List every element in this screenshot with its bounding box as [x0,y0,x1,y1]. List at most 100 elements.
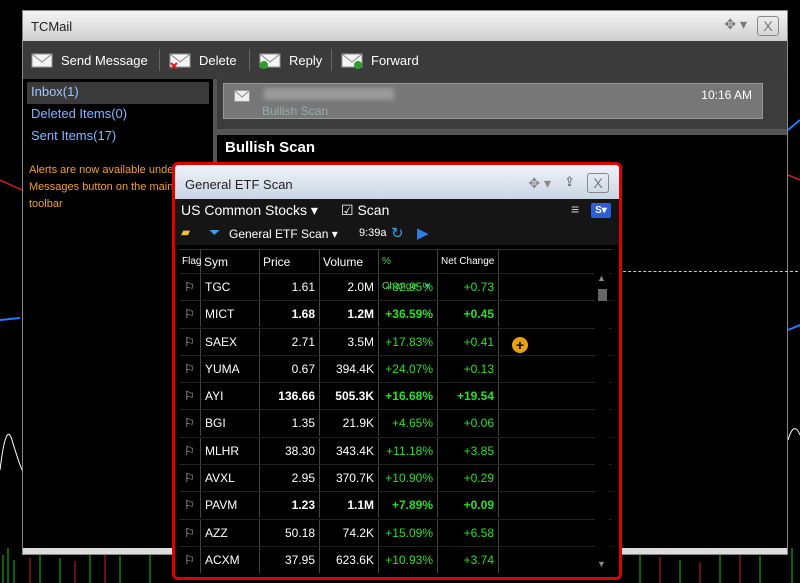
scan-checkbox[interactable]: ☑ Scan [341,202,389,219]
cell-volume: 1.2M [320,301,379,328]
cell-price: 1.23 [260,492,320,519]
scroll-down-icon[interactable]: ▼ [597,559,606,569]
folder-deleted-items[interactable]: Deleted Items(0) [23,104,213,126]
flag-icon[interactable]: ⚐ [179,546,201,573]
cell-sym: BGI [201,410,260,437]
scan-toolbar: ▰ ⏷ General ETF Scan ▾ 9:39a ↻ ▶ [175,223,619,245]
message-subject: Bullish Scan [262,104,329,118]
close-icon[interactable]: X [757,16,779,36]
scan-table-header: Flag Sym Price Volume % Change ▼ Net Chan… [179,249,612,353]
flag-icon[interactable]: ⚐ [179,301,201,328]
table-row[interactable]: ⚐ PAVM 1.23 1.1M +7.89% +0.09 [179,491,612,519]
move-icon[interactable]: ✥ ▾ [724,16,747,33]
cell-price: 1.61 [260,274,320,300]
col-pct-change[interactable]: % Change ▼ [379,250,438,292]
reply-button[interactable]: Reply [259,41,322,79]
cell-volume: 343.4K [320,437,379,464]
table-row[interactable]: ⚐ AYI 136.66 505.3K +16.68% +19.54 [179,382,612,410]
cell-volume: 74.2K [320,519,379,546]
cell-price: 0.67 [260,355,320,382]
scan-titlebar[interactable]: General ETF Scan ✥ ▾ ⇪ X [175,165,619,199]
delete-button[interactable]: Delete [169,41,237,79]
col-price[interactable]: Price [260,250,320,274]
universe-label: US Common Stocks [181,202,308,218]
cell-volume: 394.4K [320,355,379,382]
flag-icon[interactable]: ⚐ [179,355,201,382]
filter-icon[interactable]: ⏷ [209,224,220,241]
cell-price: 38.30 [260,437,320,464]
flag-icon[interactable]: ⚐ [179,274,201,300]
scan-name-dropdown[interactable]: General ETF Scan ▾ [229,227,338,241]
cell-price: 1.35 [260,410,320,437]
cell-price: 1.68 [260,301,320,328]
folder-icon[interactable]: ▰ [181,225,190,239]
col-net-change[interactable]: Net Change [438,250,499,274]
message-row[interactable]: Bullish Scan 10:16 AM [223,83,763,119]
scan-close-icon[interactable]: X [587,173,609,193]
flag-icon[interactable]: ⚐ [179,492,201,519]
cell-sym: MLHR [201,437,260,464]
flag-icon[interactable]: ⚐ [179,410,201,437]
cell-sym: AYI [201,383,260,410]
reply-label: Reply [289,52,323,68]
table-row[interactable]: ⚐ TGC 1.61 2.0M +82.95% +0.73 [179,273,612,300]
scan-checkbox-label: Scan [357,202,390,218]
cell-pct: +7.89% [379,492,438,519]
message-sender-redacted [264,88,394,100]
cell-volume: 505.3K [320,383,379,410]
col-sym[interactable]: Sym [201,250,260,274]
cell-volume: 1.1M [320,492,379,519]
play-icon[interactable]: ▶ [417,224,429,242]
scan-scrollbar[interactable]: ▲ ▼ [595,273,609,573]
flag-icon[interactable]: ⚐ [179,437,201,464]
table-row[interactable]: ⚐ AVXL 2.95 370.7K +10.90% +0.29 [179,464,612,492]
folder-sent-items[interactable]: Sent Items(17) [23,126,213,148]
cell-price: 50.18 [260,519,320,546]
move-icon[interactable]: ✥ ▾ [528,175,551,192]
table-row[interactable]: ⚐ MLHR 38.30 343.4K +11.18% +3.85 [179,436,612,464]
table-row[interactable]: ⚐ AZZ 50.18 74.2K +15.09% +6.58 [179,518,612,546]
folder-inbox[interactable]: Inbox(1) [27,82,209,104]
cell-pct: +17.83% [379,328,438,355]
cell-sym: SAEX [201,328,260,355]
scan-time: 9:39a [359,227,387,239]
flag-icon[interactable]: ⚐ [179,519,201,546]
flag-icon[interactable]: ⚐ [179,465,201,492]
cell-pct: +16.68% [379,383,438,410]
forward-button[interactable]: Forward [341,41,419,79]
preview-title: Bullish Scan [225,139,316,156]
cell-volume: 2.0M [320,274,379,300]
pop-out-icon[interactable]: ⇪ [564,174,575,190]
table-row[interactable]: ⚐ SAEX 2.71 3.5M +17.83% +0.41 [179,327,612,355]
cell-pct: +15.09% [379,519,438,546]
cell-sym: YUMA [201,355,260,382]
universe-dropdown[interactable]: US Common Stocks ▾ [181,202,318,219]
envelope-forward-icon [341,53,363,69]
cell-sym: TGC [201,274,260,300]
send-message-button[interactable]: Send Message [31,41,148,79]
flag-icon[interactable]: ⚐ [179,328,201,355]
table-row[interactable]: ⚐ YUMA 0.67 394.4K +24.07% +0.13 [179,354,612,382]
scan-universe-bar: US Common Stocks ▾ ☑ Scan ≡ S▾ [175,199,619,223]
refresh-icon[interactable]: ↻ [391,224,404,242]
mail-titlebar[interactable]: TCMail ✥ ▾ X [23,11,787,41]
cell-price: 2.71 [260,328,320,355]
envelope-send-icon [31,53,53,68]
menu-icon[interactable]: ≡ [571,201,579,217]
col-flag[interactable]: Flag [179,250,201,274]
scroll-thumb[interactable] [598,289,607,301]
cell-net: +0.29 [438,465,499,492]
scan-window-title: General ETF Scan [185,177,293,192]
table-row[interactable]: ⚐ BGI 1.35 21.9K +4.65% +0.06 [179,409,612,437]
cell-net: +0.73 [438,274,499,300]
scroll-up-icon[interactable]: ▲ [597,273,606,283]
flag-icon[interactable]: ⚐ [179,383,201,410]
cell-pct: +11.18% [379,437,438,464]
table-row[interactable]: ⚐ MICT 1.68 1.2M +36.59% +0.45 [179,300,612,328]
table-row[interactable]: ⚐ ACXM 37.95 623.6K +10.93% +3.74 [179,545,612,573]
cell-pct: +24.07% [379,355,438,382]
cell-net: +0.45 [438,301,499,328]
cell-net: +0.13 [438,355,499,382]
share-icon[interactable]: S▾ [591,203,611,218]
col-volume[interactable]: Volume [320,250,379,274]
